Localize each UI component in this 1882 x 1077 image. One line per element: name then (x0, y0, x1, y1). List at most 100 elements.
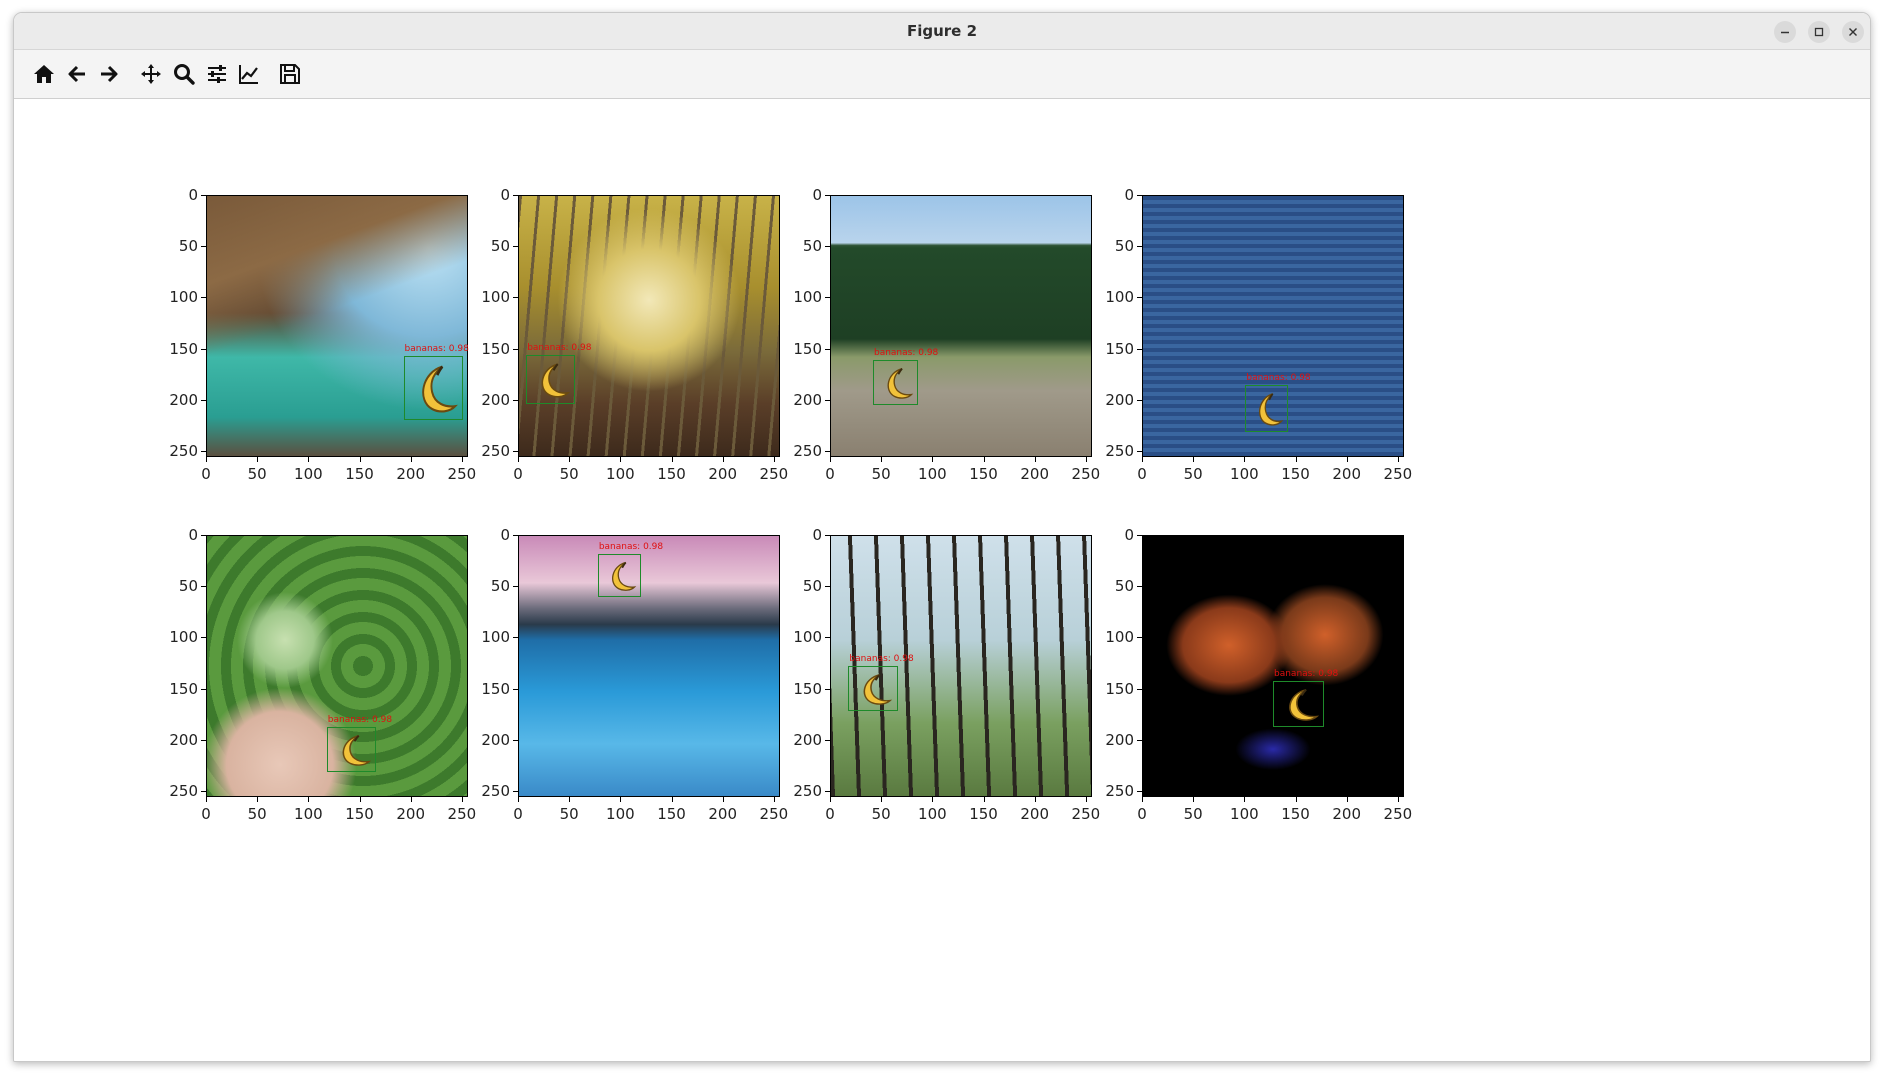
y-tick-mark (1137, 739, 1142, 741)
y-tick-label: 100 (793, 288, 822, 307)
x-tick-mark (983, 457, 985, 462)
x-tick-mark (206, 457, 207, 462)
x-tick-mark (1295, 457, 1297, 462)
figure-canvas[interactable]: bananas: 0.98 0 50 100 150 200 250 0 50 100 150 200… (14, 99, 1870, 1061)
y-tick-mark (513, 637, 518, 639)
home-button[interactable] (30, 60, 58, 88)
configure-subplots-button[interactable] (203, 60, 231, 88)
forward-icon (101, 65, 118, 83)
x-tick-mark (461, 797, 463, 802)
back-button[interactable] (63, 60, 91, 88)
y-tick-mark (201, 586, 206, 588)
x-tick-label: 50 (1183, 465, 1203, 483)
y-tick-label: 250 (481, 441, 510, 460)
x-tick-label: 200 (396, 465, 426, 483)
subplot-8[interactable]: bananas: 0.98 0 50 100 150 200 250 0 50 100 150 200… (1105, 526, 1412, 823)
x-tick-mark (1085, 457, 1087, 462)
detection-box: bananas: 0.98 (1273, 669, 1338, 728)
x-tick-label: 150 (1281, 805, 1310, 823)
y-tick-label: 150 (1105, 679, 1134, 698)
x-tick-label: 0 (1137, 465, 1147, 483)
x-tick-label: 150 (1281, 465, 1310, 483)
save-button[interactable] (276, 60, 304, 88)
detection-label: bananas: 0.98 (1274, 669, 1339, 680)
forward-button[interactable] (95, 60, 123, 88)
pan-button[interactable] (137, 60, 165, 88)
title-bar[interactable]: Figure 2 (14, 13, 1870, 50)
y-tick-label: 150 (169, 679, 198, 698)
zoom-icon (174, 64, 195, 85)
image-mountain-river (830, 195, 1092, 457)
y-tick-label: 100 (481, 628, 510, 647)
close-button[interactable] (1842, 21, 1864, 43)
y-tick-mark (1137, 297, 1142, 299)
y-tick-label: 50 (1114, 577, 1134, 596)
y-tick-label: 50 (490, 237, 510, 256)
y-tick-label: 0 (812, 526, 822, 544)
detection-box: bananas: 0.98 (1245, 373, 1311, 433)
minimize-button[interactable] (1774, 21, 1796, 43)
x-tick-label: 50 (871, 805, 891, 823)
x-tick-label: 250 (1383, 805, 1413, 823)
y-tick-label: 250 (793, 441, 822, 460)
y-tick-mark (513, 399, 518, 401)
y-tick-label: 200 (1105, 730, 1134, 749)
zoom-button[interactable] (170, 60, 198, 88)
x-tick-label: 50 (559, 465, 579, 483)
subplot-6[interactable]: bananas: 0.98 0 50 100 150 200 250 0 50 100 150 200… (481, 526, 788, 823)
figure-window: Figure 2 bananas: 0.98 0 50 100 150 200 … (13, 12, 1871, 1062)
maximize-icon (1814, 27, 1824, 37)
y-tick-mark (513, 348, 518, 350)
y-tick-label: 250 (1105, 441, 1134, 460)
y-tick-label: 200 (1105, 390, 1134, 409)
maximize-button[interactable] (1808, 21, 1830, 43)
y-tick-label: 0 (1124, 526, 1134, 544)
y-tick-mark (201, 399, 206, 401)
y-tick-mark (825, 450, 830, 452)
subplot-3[interactable]: bananas: 0.98 0 50 100 150 200 250 0 50 100 150 200… (793, 186, 1100, 483)
y-tick-label: 50 (178, 237, 198, 256)
banana-icon (864, 674, 893, 705)
x-tick-label: 100 (294, 805, 323, 823)
y-tick-mark (825, 535, 830, 536)
navigation-toolbar (14, 50, 1870, 99)
y-tick-label: 150 (481, 339, 510, 358)
y-tick-label: 100 (481, 288, 510, 307)
x-tick-mark (461, 457, 463, 462)
edit-axis-button[interactable] (235, 60, 263, 88)
x-tick-label: 250 (447, 465, 477, 483)
y-tick-label: 200 (481, 730, 510, 749)
x-tick-label: 250 (1383, 465, 1413, 483)
y-tick-mark (1137, 688, 1142, 690)
y-tick-mark (825, 688, 830, 690)
x-tick-label: 50 (247, 465, 267, 483)
x-tick-mark (1034, 797, 1036, 802)
x-tick-mark (1085, 797, 1087, 802)
subplot-4[interactable]: bananas: 0.98 0 50 100 150 200 250 0 50 100 150 200… (1105, 186, 1412, 483)
subplot-2[interactable]: bananas: 0.98 0 50 100 150 200 250 0 50 100 150 200… (481, 186, 788, 483)
y-tick-mark (201, 348, 206, 350)
banana-icon (421, 365, 458, 413)
subplot-7[interactable]: bananas: 0.98 0 50 100 150 200 250 0 50 100 150 200… (793, 526, 1100, 823)
x-tick-label: 50 (1183, 805, 1203, 823)
x-tick-label: 150 (969, 465, 998, 483)
subplot-1[interactable]: bananas: 0.98 0 50 100 150 200 250 0 50 100 150 200… (169, 186, 476, 483)
subplot-5[interactable]: bananas: 0.98 0 50 100 150 200 250 0 50 100 150 200… (169, 526, 476, 823)
x-tick-label: 100 (918, 465, 947, 483)
y-tick-label: 100 (1105, 628, 1134, 647)
x-tick-mark (1346, 457, 1348, 462)
x-tick-mark (410, 797, 412, 802)
detection-label: bananas: 0.98 (327, 715, 393, 726)
home-icon (34, 65, 54, 83)
y-tick-mark (1137, 348, 1142, 350)
y-tick-label: 200 (481, 390, 510, 409)
x-tick-mark (569, 797, 571, 802)
detection-box: bananas: 0.98 (526, 343, 591, 404)
y-tick-mark (513, 450, 518, 452)
y-tick-mark (825, 297, 830, 299)
x-tick-label: 200 (1020, 465, 1050, 483)
x-tick-mark (983, 797, 985, 802)
x-tick-mark (308, 797, 310, 802)
detection-box: bananas: 0.98 (326, 715, 392, 773)
x-tick-label: 50 (247, 805, 267, 823)
